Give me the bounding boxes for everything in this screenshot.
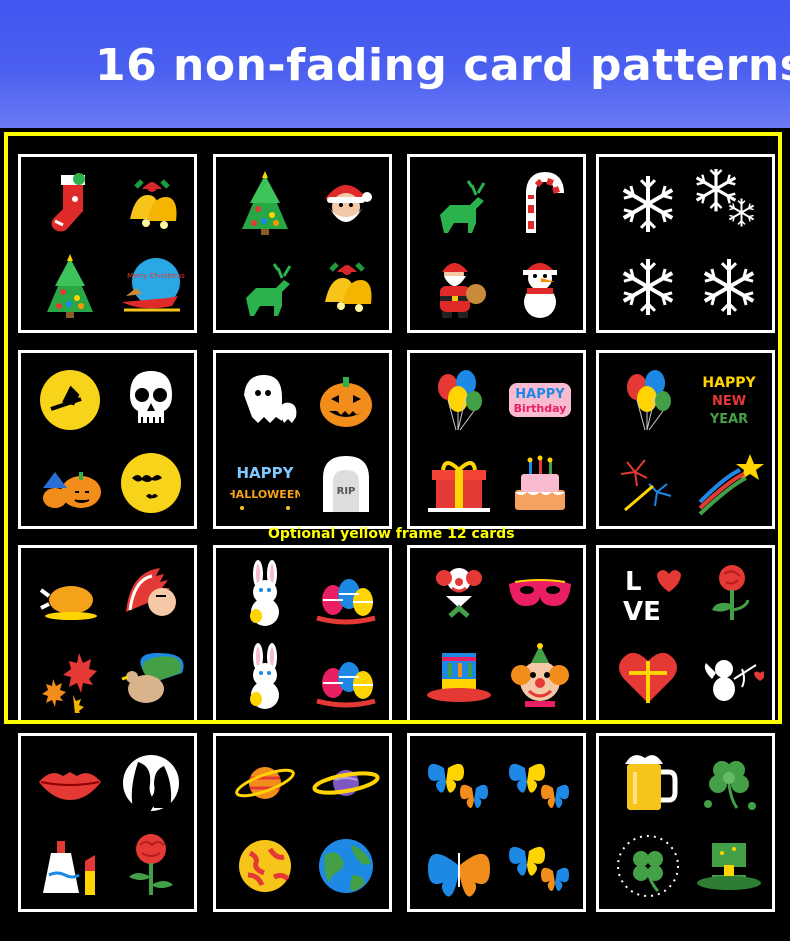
leprechaun-hat-icon: [694, 831, 764, 901]
butterflies-icon: [424, 748, 494, 818]
planets-card: [213, 733, 392, 912]
sun-planet-icon: [230, 831, 300, 901]
saturn-icon: [230, 748, 300, 818]
yellow-frame: [4, 132, 782, 724]
shamrock-sparkle-icon: [613, 831, 683, 901]
romance-card: [18, 733, 197, 912]
butterflies-icon: [505, 831, 575, 901]
couple-kiss-icon: [116, 748, 186, 818]
butterflies-icon: [505, 748, 575, 818]
perfume-lipstick-icon: [35, 831, 105, 901]
earth-icon: [311, 831, 381, 901]
shamrock-icon: [694, 748, 764, 818]
beer-mug-icon: [613, 748, 683, 818]
ringed-planet-icon: [311, 748, 381, 818]
butterfly-icon: [424, 831, 494, 901]
lips-icon: [35, 748, 105, 818]
frame-caption: Optional yellow frame 12 cards: [268, 526, 515, 542]
butterflies-card: [407, 733, 586, 912]
st-patricks-card: [596, 733, 775, 912]
header-banner: 16 non-fading card patterns: [0, 0, 790, 128]
carnation-icon: [116, 831, 186, 901]
page-title: 16 non-fading card patterns: [95, 40, 790, 91]
